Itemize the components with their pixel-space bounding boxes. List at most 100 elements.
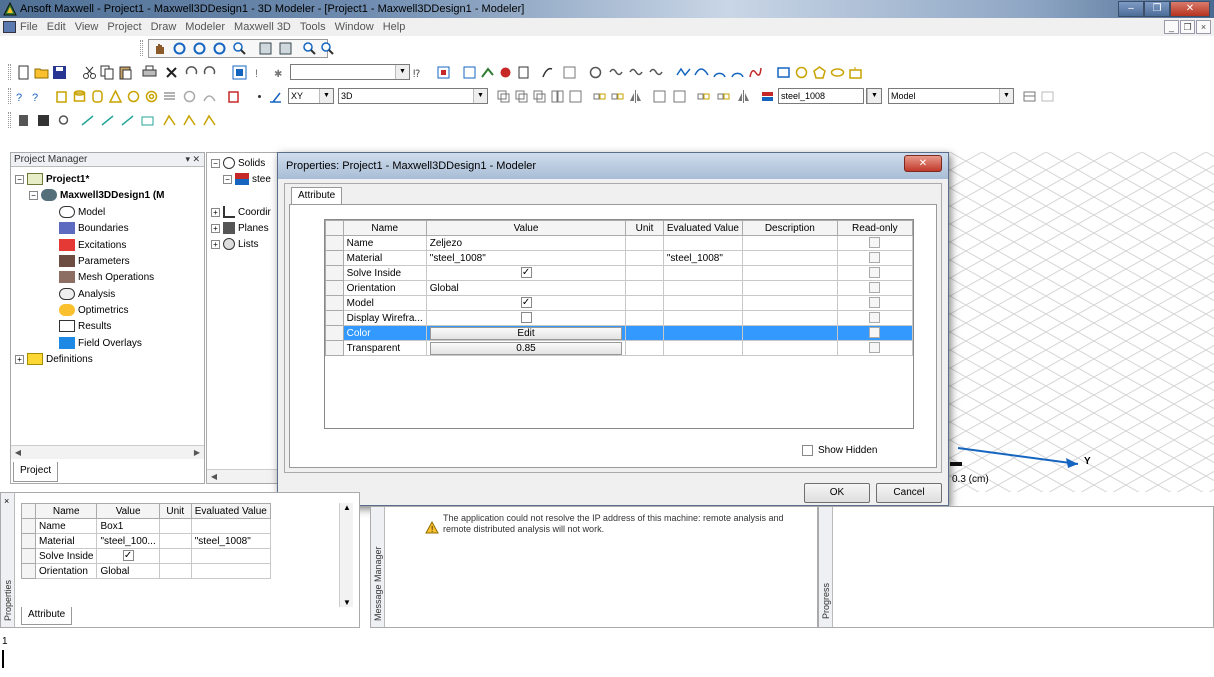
tree-project[interactable]: − Project1* [15, 173, 89, 185]
mesh-icon[interactable] [436, 65, 451, 80]
property-description[interactable] [741, 250, 838, 266]
tree-item-mesh-operations[interactable]: Mesh Operations [59, 271, 154, 283]
menu-modeler[interactable]: Modeler [185, 21, 225, 33]
column-header-value[interactable]: Value [96, 503, 160, 519]
row-header[interactable] [325, 250, 344, 266]
property-value[interactable]: ✓ [425, 265, 627, 281]
tree-item-parameters[interactable]: Parameters [59, 255, 130, 267]
scroll-down-icon[interactable]: ▼ [343, 598, 351, 607]
undo-icon[interactable] [184, 65, 199, 80]
scroll-left-icon[interactable]: ◀ [11, 446, 25, 459]
polygon-icon[interactable] [812, 65, 827, 80]
column-header-value[interactable]: Value [425, 220, 627, 236]
cut-icon[interactable] [82, 65, 97, 80]
table-row[interactable]: Material "steel_100... "steel_1008" [21, 533, 271, 549]
regular-polyhedron-icon[interactable] [90, 89, 105, 104]
tree-steel[interactable]: − stee [223, 173, 271, 185]
material-combo-dropdown[interactable]: ▼ [866, 88, 882, 104]
row-header[interactable] [21, 533, 36, 549]
spiral-icon[interactable] [182, 89, 197, 104]
column-header-description[interactable]: Description [741, 220, 838, 236]
fit-window-icon[interactable] [652, 89, 667, 104]
transparency-slider-button[interactable]: 0.85 [429, 341, 623, 355]
property-description[interactable] [741, 295, 838, 311]
property-value[interactable]: ✓ [96, 548, 160, 564]
duplicate-icon[interactable] [610, 89, 625, 104]
table-row[interactable]: Orientation Global [325, 280, 914, 296]
rotate-icon[interactable] [172, 41, 187, 56]
region-icon[interactable] [848, 65, 863, 80]
tree-item-field-overlays[interactable]: Field Overlays [59, 337, 142, 349]
tree-item-analysis[interactable]: Analysis [59, 288, 115, 300]
table-row[interactable]: Solve Inside ✓ [21, 548, 271, 564]
fit-all-icon[interactable] [258, 41, 273, 56]
display-wireframe-checkbox[interactable] [520, 312, 532, 324]
pan-icon[interactable] [152, 41, 167, 56]
maximize-button[interactable]: ❐ [1144, 1, 1170, 17]
dialog-close-button[interactable]: ✕ [904, 155, 942, 172]
tree-item-model[interactable]: Model [59, 206, 105, 218]
material-combo[interactable]: steel_1008 [778, 88, 864, 104]
property-value[interactable]: Box1 [96, 518, 160, 534]
tree-solids[interactable]: − Solids [211, 157, 265, 169]
chevron-down-icon[interactable]: ▼ [867, 89, 881, 103]
tab-attribute-bottom[interactable]: Attribute [21, 607, 73, 625]
property-value[interactable]: Edit [425, 325, 627, 341]
collapse-icon[interactable]: − [15, 174, 24, 184]
collapse-icon[interactable]: − [29, 190, 38, 200]
particle-icon[interactable] [202, 113, 217, 128]
minimize-button[interactable]: – [1118, 1, 1144, 17]
row-header[interactable] [325, 310, 344, 326]
property-description[interactable] [741, 280, 838, 296]
expand-icon[interactable]: + [211, 239, 220, 249]
menu-maxwell3d[interactable]: Maxwell 3D [234, 21, 291, 33]
calculator-icon[interactable] [16, 113, 31, 128]
print-icon[interactable] [142, 65, 157, 80]
arc-icon[interactable] [712, 65, 727, 80]
mdi-restore-button[interactable]: ❐ [1180, 20, 1195, 34]
menu-file[interactable]: File [20, 21, 38, 33]
table-row[interactable]: Solve Inside ✓ [325, 265, 914, 281]
rectangle-icon[interactable] [776, 65, 791, 80]
tree-lists[interactable]: + Lists [211, 238, 259, 250]
orbit-icon[interactable] [192, 41, 207, 56]
report-icon[interactable] [562, 65, 577, 80]
table-row[interactable]: Name Box1 [21, 518, 271, 534]
column-header-unit[interactable]: Unit [625, 220, 664, 236]
save-icon[interactable] [52, 65, 67, 80]
project-tree-scrollbar[interactable]: ◀ ▶ [11, 445, 204, 459]
volume-plot-icon[interactable] [162, 113, 177, 128]
sweep-icon[interactable] [648, 65, 663, 80]
document-icon[interactable] [3, 21, 16, 33]
coil-icon[interactable] [608, 65, 623, 80]
chevron-down-icon[interactable]: ▼ [473, 89, 487, 103]
expand-icon[interactable]: + [211, 223, 220, 233]
panel-close-icon[interactable]: × [4, 496, 9, 506]
solve-inside-checkbox[interactable]: ✓ [520, 267, 532, 279]
boundary-icon[interactable] [462, 65, 477, 80]
tree-item-results[interactable]: Results [59, 320, 111, 332]
expand-icon[interactable]: + [15, 354, 24, 364]
copy-icon[interactable] [100, 65, 115, 80]
collapse-icon[interactable]: − [211, 158, 220, 168]
ellipse-icon[interactable] [830, 65, 845, 80]
arc-center-icon[interactable] [730, 65, 745, 80]
tree-definitions[interactable]: + Definitions [15, 353, 93, 365]
row-header[interactable] [325, 235, 344, 251]
row-header[interactable] [21, 518, 36, 534]
cone-icon[interactable] [108, 89, 123, 104]
chevron-down-icon[interactable]: ▼ [319, 89, 333, 103]
column-header-unit[interactable]: Unit [158, 503, 192, 519]
menu-window[interactable]: Window [335, 21, 374, 33]
color-edit-button[interactable]: Edit [429, 326, 623, 340]
collapse-icon[interactable]: − [223, 174, 232, 184]
zoom-in-icon[interactable] [302, 41, 317, 56]
model-combo[interactable]: Model ▼ [888, 88, 1014, 104]
circle-icon[interactable] [794, 65, 809, 80]
zoom-icon[interactable] [232, 41, 247, 56]
menu-edit[interactable]: Edit [47, 21, 66, 33]
bondwire-icon[interactable] [202, 89, 217, 104]
column-header-name[interactable]: Name [342, 220, 427, 236]
window-title-bar[interactable]: Ansoft Maxwell - Project1 - Maxwell3DDes… [0, 0, 1214, 18]
property-value[interactable]: ✓ [425, 295, 627, 311]
